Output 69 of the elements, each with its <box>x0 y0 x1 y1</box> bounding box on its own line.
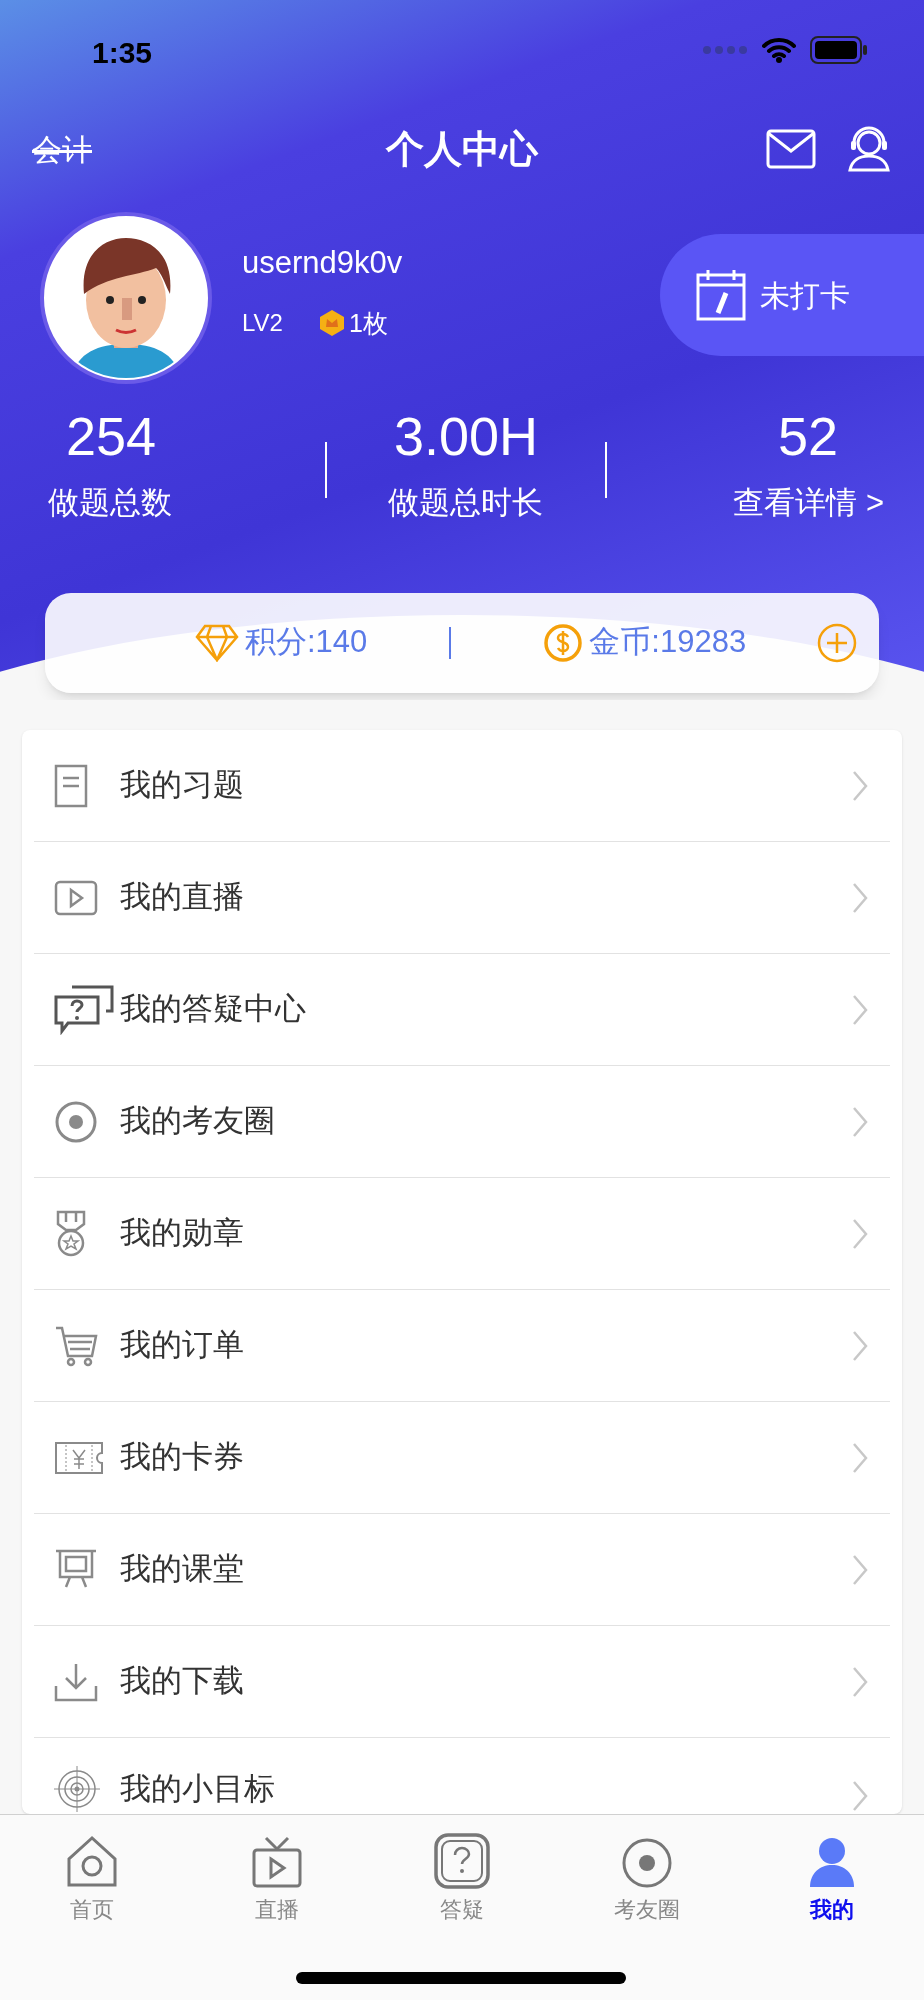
view-details-link[interactable]: 查看详情 > <box>733 480 884 527</box>
coupon-icon <box>54 1440 104 1475</box>
diamond-icon <box>195 623 239 662</box>
stat-label: 做题总时长 <box>388 484 544 522</box>
radio-dot-icon <box>54 1099 98 1144</box>
target-icon <box>54 1766 100 1812</box>
menu-item[interactable]: 我的习题 <box>34 730 890 842</box>
menu-item-label: 我的习题 <box>120 766 244 805</box>
check-in-button[interactable]: 未打卡 <box>660 234 924 356</box>
menu-item[interactable]: 我的卡券 <box>34 1402 890 1514</box>
menu-item-label: 我的订单 <box>120 1326 244 1365</box>
page-title: 个人中心 <box>386 126 538 172</box>
chevron-right-icon <box>852 1105 868 1138</box>
menu-item-label: 我的下载 <box>120 1662 244 1701</box>
user-level: LV2 <box>242 308 283 339</box>
chevron-right-icon <box>852 1441 868 1474</box>
chevron-right-icon <box>852 881 868 914</box>
radio-dot-icon <box>620 1837 673 1889</box>
badge-count: 1枚 <box>348 307 388 339</box>
menu-item-label: 我的小目标 <box>120 1769 275 1808</box>
subject-label[interactable]: 会计 <box>32 126 92 172</box>
wifi-icon <box>762 37 796 63</box>
status-time: 1:35 <box>92 34 153 71</box>
points-amount[interactable]: 积分:140 <box>245 619 368 666</box>
menu-item-label: 我的勋章 <box>120 1214 244 1253</box>
download-icon <box>54 1661 98 1702</box>
coin-icon <box>543 622 584 663</box>
question-icon <box>434 1833 490 1889</box>
menu-item[interactable]: 我的考友圈 <box>34 1066 890 1178</box>
calendar-icon <box>696 269 746 321</box>
stat-label: 做题总数 <box>48 484 172 522</box>
menu-item[interactable]: 我的小目标 <box>34 1738 890 1814</box>
tab-bar-item[interactable]: 答疑 <box>369 1815 555 1926</box>
username: usernd9k0v <box>242 244 403 282</box>
chevron-right-icon <box>852 1553 868 1586</box>
person-icon <box>808 1837 855 1889</box>
tab-bar-item[interactable]: 我的 <box>739 1815 924 1926</box>
menu-item-label: 我的答疑中心 <box>120 990 306 1029</box>
home-icon <box>65 1835 120 1889</box>
chevron-right-icon <box>852 1329 868 1362</box>
video-play-icon <box>54 879 98 916</box>
menu-item[interactable]: 我的答疑中心 <box>34 954 890 1066</box>
battery-icon <box>810 36 868 64</box>
menu-item-label: 我的考友圈 <box>120 1102 275 1141</box>
signal-icon <box>702 45 748 55</box>
medal-icon <box>54 1209 88 1258</box>
chevron-right-icon <box>852 1665 868 1698</box>
chevron-right-icon <box>852 1780 868 1812</box>
menu-item[interactable]: 我的订单 <box>34 1290 890 1402</box>
chevron-right-icon <box>852 1217 868 1250</box>
menu-item-label: 我的课堂 <box>120 1550 244 1589</box>
question-chat-icon <box>54 984 114 1035</box>
mail-icon[interactable] <box>766 129 816 169</box>
document-icon <box>54 763 88 808</box>
menu-item-label: 我的直播 <box>120 878 244 917</box>
menu-item[interactable]: 我的课堂 <box>34 1514 890 1626</box>
stat-value: 52 <box>777 405 838 468</box>
chevron-right-icon <box>852 993 868 1026</box>
coins-amount[interactable]: 金币:19283 <box>589 619 747 666</box>
chevron-right-icon <box>852 769 868 802</box>
stat-value: 254 <box>66 405 157 468</box>
tv-icon <box>252 1835 303 1889</box>
menu-item[interactable]: 我的下载 <box>34 1626 890 1738</box>
menu-item[interactable]: 我的勋章 <box>34 1178 890 1290</box>
menu-item-label: 我的卡券 <box>120 1438 244 1477</box>
customer-service-icon[interactable] <box>846 126 892 172</box>
menu-item[interactable]: 我的直播 <box>34 842 890 954</box>
crown-badge-icon <box>318 309 345 338</box>
stat-value: 3.00H <box>393 405 539 468</box>
